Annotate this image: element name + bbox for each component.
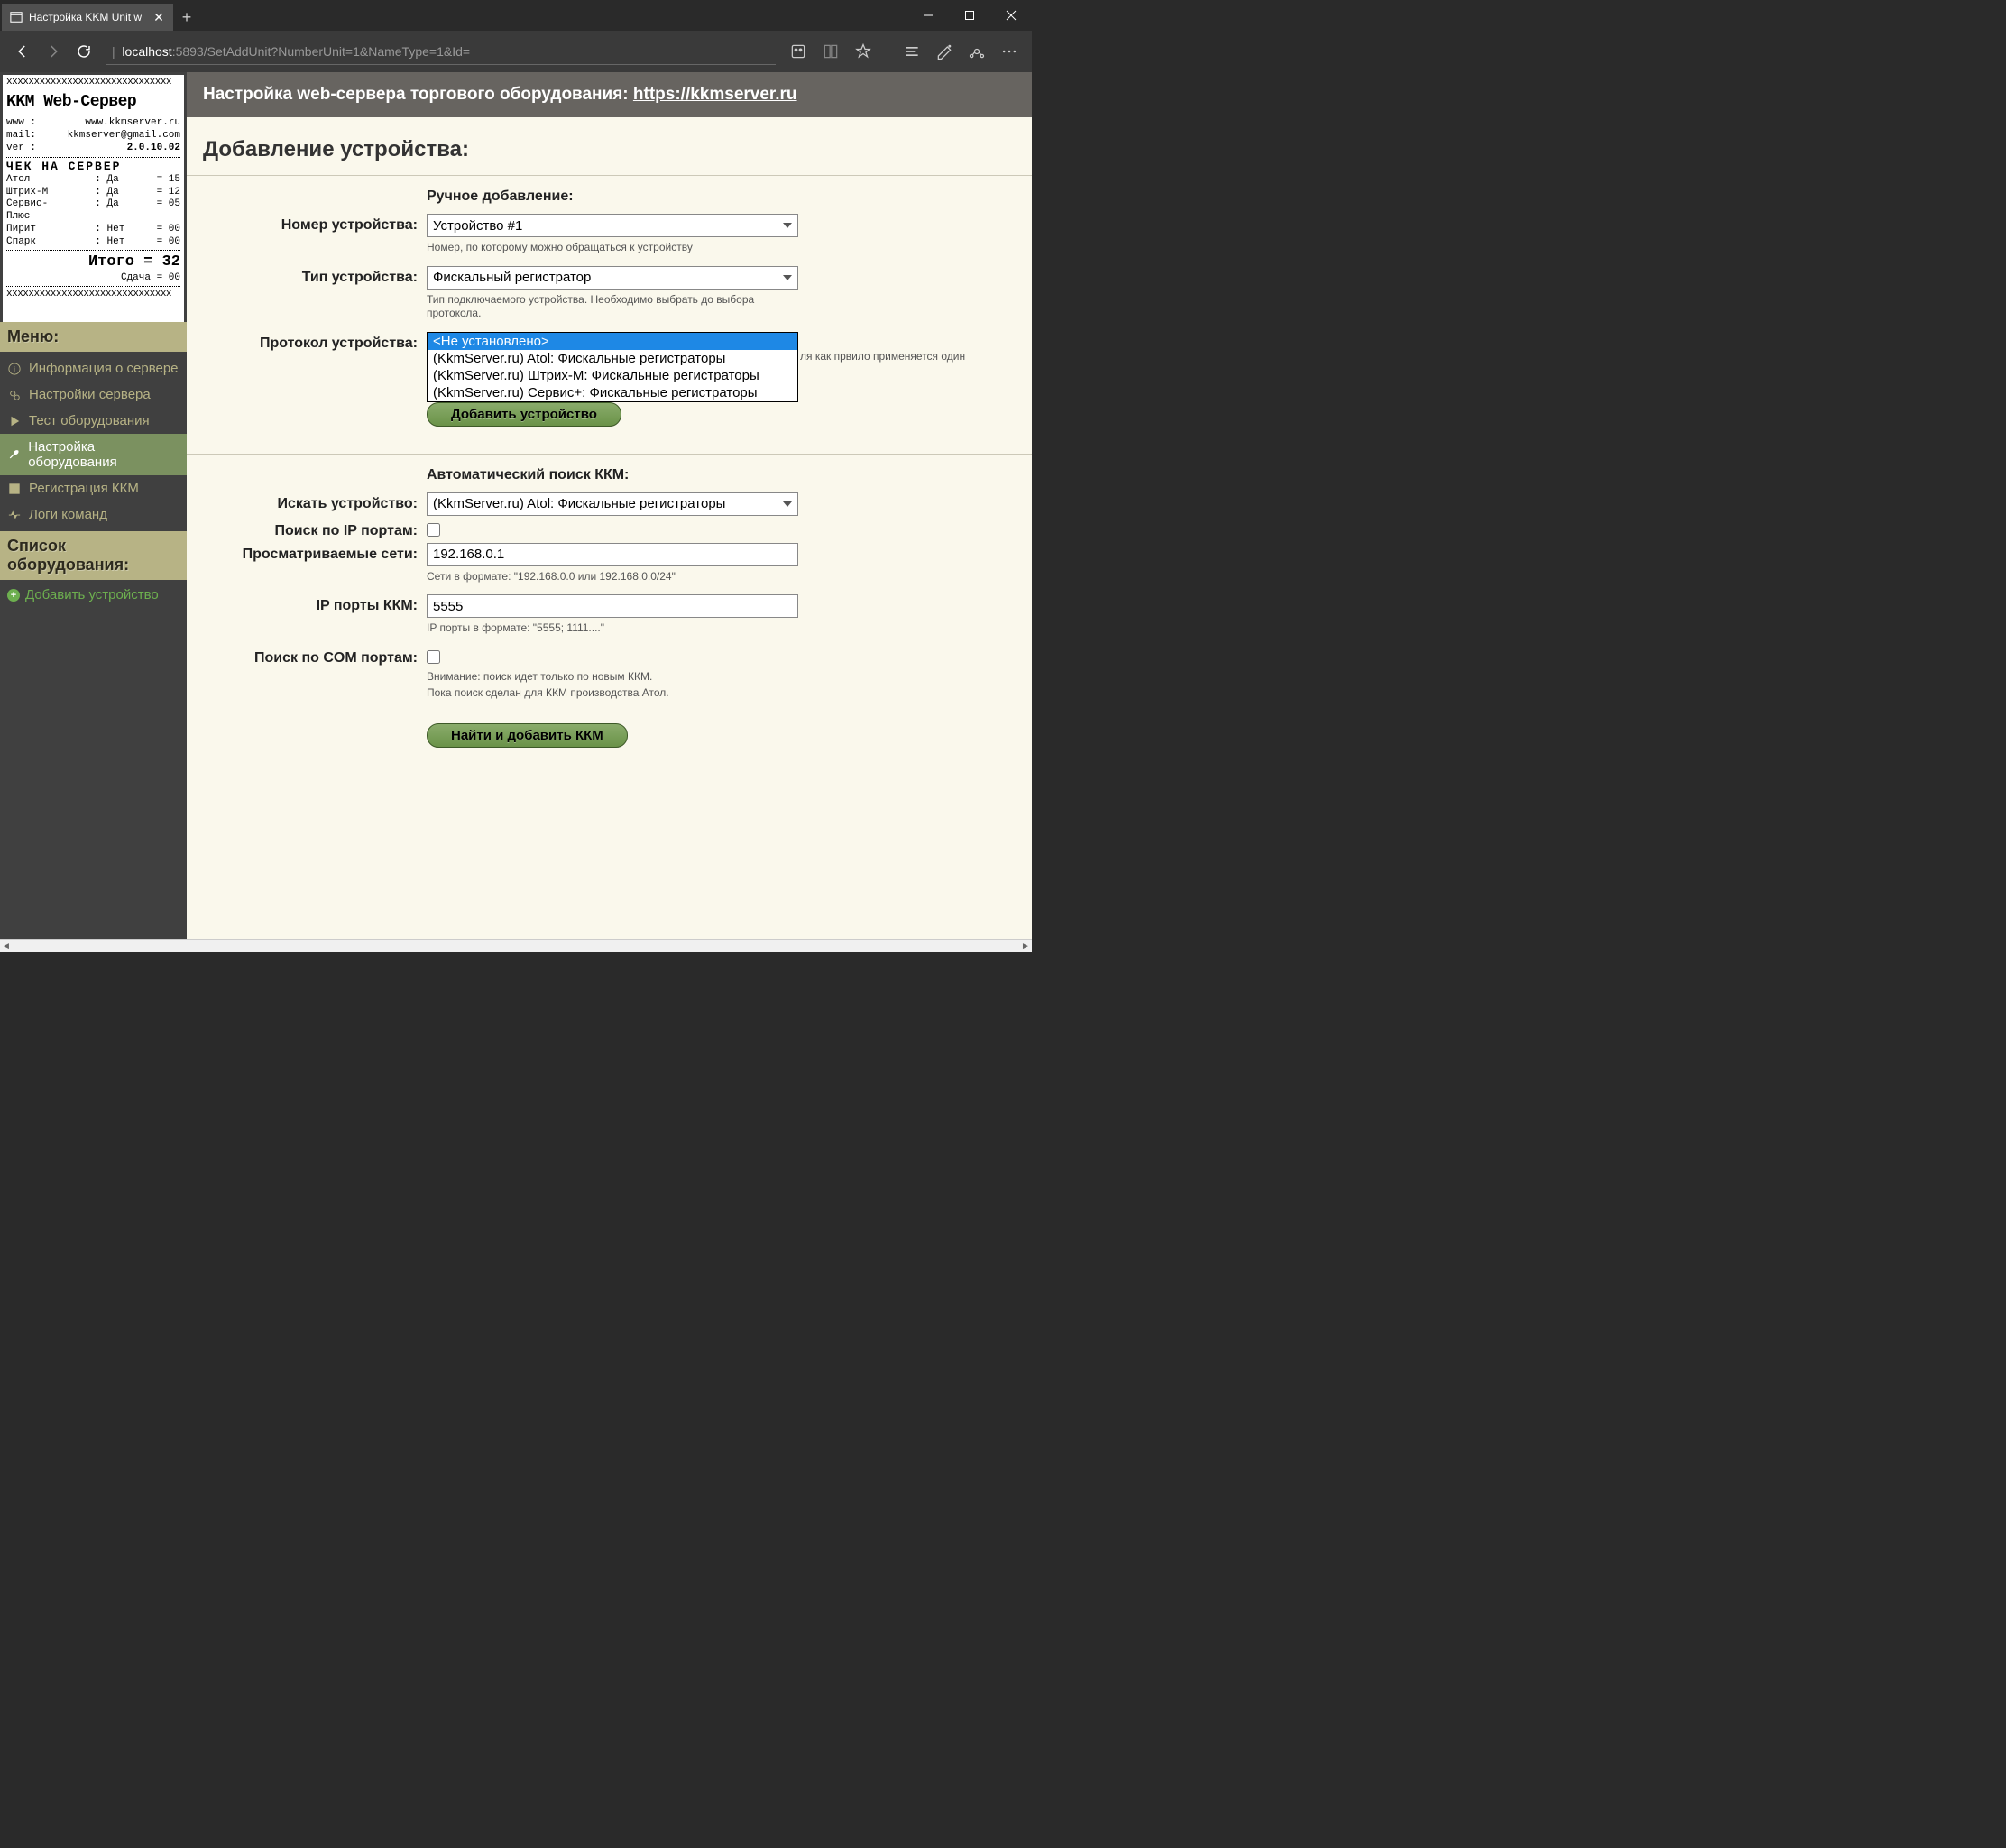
sidebar-item-label: Информация о сервере [29,361,179,376]
device-type-label: Тип устройства: [203,266,427,286]
ip-ports-input[interactable] [427,594,798,618]
ip-search-label: Поиск по IP портам: [203,519,427,539]
window-maximize-button[interactable] [949,0,990,31]
tab-favicon [9,10,23,24]
sidebar-item-label: Настройка оборудования [28,439,179,470]
search-device-select[interactable]: (KkmServer.ru) Atol: Фискальные регистра… [427,492,798,516]
com-search-checkbox[interactable] [427,650,440,664]
list-icon [7,483,22,495]
sidebar-item-server-info[interactable]: i Информация о сервере [0,355,187,382]
new-tab-button[interactable]: + [173,4,200,31]
nav-back-button[interactable] [7,36,38,67]
ip-ports-label: IP порты ККМ: [203,594,427,614]
com-help1: Внимание: поиск идет только по новым ККМ… [427,670,798,685]
tab-title: Настройка KKM Unit w [29,11,152,23]
com-search-label: Поиск по COM портам: [203,647,427,667]
auto-header: Автоматический поиск ККМ: [427,467,1016,483]
browser-tab[interactable]: Настройка KKM Unit w ✕ [2,4,173,31]
networks-input[interactable] [427,543,798,566]
header-text: Настройка web-сервера торгового оборудов… [203,85,633,104]
header-link[interactable]: https://kkmserver.ru [633,85,797,104]
sidebar-item-label: Логи команд [29,507,107,522]
sidebar-item-register-kkm[interactable]: Регистрация ККМ [0,475,187,501]
device-number-help: Номер, по которому можно обращаться к ус… [427,241,798,255]
find-kkm-button[interactable]: Найти и добавить ККМ [427,723,628,748]
info-icon: i [7,363,22,375]
sidebar-item-command-logs[interactable]: Логи команд [0,501,187,528]
protocol-option[interactable]: (KkmServer.ru) Штрих-М: Фискальные регис… [428,367,797,384]
scroll-left-icon[interactable]: ◄ [0,940,13,952]
sidebar-item-test-equipment[interactable]: Тест оборудования [0,408,187,434]
browser-titlebar: Настройка KKM Unit w ✕ + [0,0,1032,31]
com-help2: Пока поиск сделан для ККМ производства А… [427,686,798,701]
sidebar-item-server-settings[interactable]: Настройки сервера [0,382,187,408]
share-icon[interactable] [962,36,992,67]
play-icon [7,415,22,428]
notes-icon[interactable] [929,36,960,67]
heartbeat-icon [7,509,22,521]
equipment-list-header: Список оборудования: [0,531,187,580]
sidebar-logo-receipt: xxxxxxxxxxxxxxxxxxxxxxxxxxxxxx KKM Web-С… [3,75,184,322]
browser-toolbar: | localhost :5893/SetAddUnit?NumberUnit=… [0,31,1032,72]
device-number-label: Номер устройства: [203,214,427,234]
ip-search-checkbox[interactable] [427,523,440,537]
reading-list-icon[interactable] [815,36,846,67]
url-host: localhost [122,44,171,59]
nav-forward-button[interactable] [38,36,69,67]
menu-header: Меню: [0,322,187,352]
sidebar-item-label: Тест оборудования [29,413,150,428]
manual-add-section: Ручное добавление: Номер устройства: Уст… [187,176,1032,455]
manual-header: Ручное добавление: [427,188,1016,205]
device-type-help: Тип подключаемого устройства. Необходимо… [427,293,798,321]
hub-icon[interactable] [897,36,927,67]
window-minimize-button[interactable] [907,0,949,31]
add-device-label: Добавить устройство [25,587,159,602]
gears-icon [7,389,22,401]
add-device-link[interactable]: + Добавить устройство [0,580,187,610]
auto-search-section: Автоматический поиск ККМ: Искать устройс… [187,455,1032,775]
favorites-icon[interactable] [848,36,879,67]
svg-text:i: i [14,364,15,373]
protocol-option[interactable]: <Не установлено> [428,333,797,350]
address-bar[interactable]: | localhost :5893/SetAddUnit?NumberUnit=… [106,38,776,65]
app-header: Настройка web-сервера торгового оборудов… [187,72,1032,117]
networks-label: Просматриваемые сети: [203,543,427,563]
device-protocol-dropdown[interactable]: <Не установлено> (KkmServer.ru) Atol: Фи… [427,332,798,402]
scroll-right-icon[interactable]: ► [1019,940,1032,952]
tab-close-icon[interactable]: ✕ [152,10,166,24]
sidebar-item-label: Регистрация ККМ [29,481,139,496]
wrench-icon [7,448,21,461]
sidebar-item-config-equipment[interactable]: Настройка оборудования [0,434,187,475]
networks-help: Сети в формате: "192.168.0.0 или 192.168… [427,570,798,584]
nav-refresh-button[interactable] [69,36,99,67]
horizontal-scrollbar[interactable]: ◄ ► [0,939,1032,952]
sidebar-item-label: Настройки сервера [29,387,151,402]
add-device-button[interactable]: Добавить устройство [427,402,621,427]
protocol-option[interactable]: (KkmServer.ru) Atol: Фискальные регистра… [428,350,797,367]
url-rest: :5893/SetAddUnit?NumberUnit=1&NameType=1… [172,44,470,59]
sidebar: xxxxxxxxxxxxxxxxxxxxxxxxxxxxxx KKM Web-С… [0,72,187,939]
window-close-button[interactable] [990,0,1032,31]
ip-ports-help: IP порты в формате: "5555; 1111...." [427,621,798,636]
device-protocol-label: Протокол устройства: [203,332,427,352]
device-number-select[interactable]: Устройство #1 [427,214,798,237]
extension-icon[interactable] [783,36,814,67]
device-type-select[interactable]: Фискальный регистратор [427,266,798,290]
search-device-label: Искать устройство: [203,492,427,512]
main-content: Настройка web-сервера торгового оборудов… [187,72,1032,939]
protocol-side-help: ля как првило применяется один [800,350,965,363]
protocol-option[interactable]: (KkmServer.ru) Сервис+: Фискальные регис… [428,384,797,401]
plus-icon: + [7,589,20,602]
page-title: Добавление устройства: [187,117,1032,175]
menu-more-icon[interactable] [994,36,1025,67]
sidebar-menu: iИнформация о сервере Настройки сервера … [0,352,187,531]
